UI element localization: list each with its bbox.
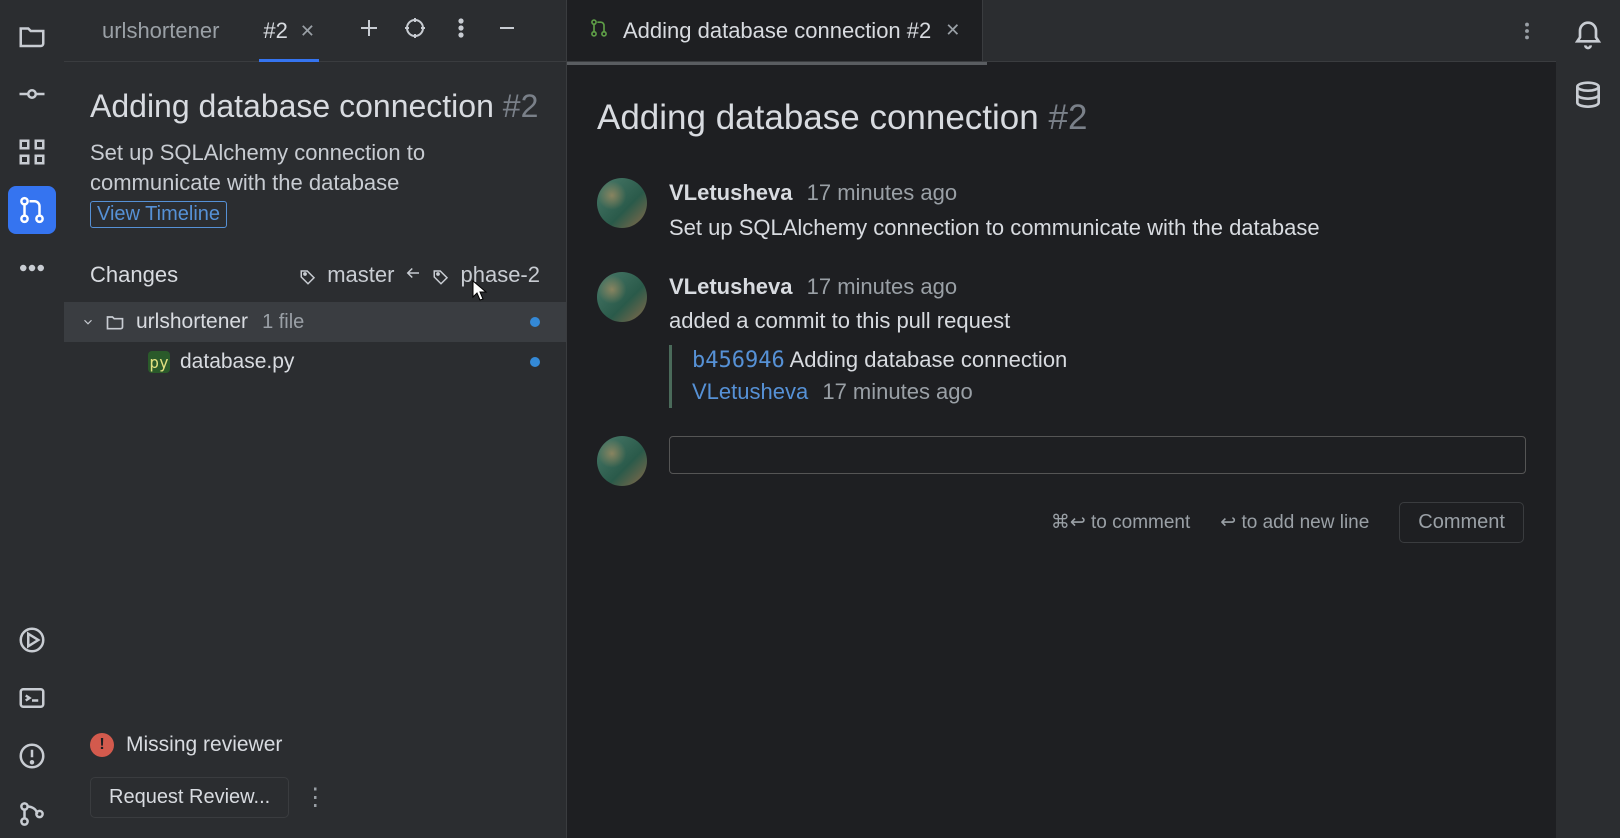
conversation-title: Adding database connection #2 bbox=[597, 98, 1526, 138]
pr-description: Set up SQLAlchemy connection to communic… bbox=[90, 138, 540, 197]
pr-title: Adding database connection #2 bbox=[90, 86, 540, 126]
pull-request-icon bbox=[589, 18, 609, 44]
add-icon[interactable] bbox=[357, 16, 381, 46]
pr-number: #2 bbox=[503, 88, 539, 124]
notifications-icon[interactable] bbox=[1564, 12, 1612, 60]
terminal-tool-icon[interactable] bbox=[8, 674, 56, 722]
tag-icon bbox=[299, 266, 317, 284]
editor-tab-label: Adding database connection #2 bbox=[623, 18, 931, 44]
comment-author[interactable]: VLetusheva bbox=[669, 274, 793, 299]
commit-tool-icon[interactable] bbox=[8, 70, 56, 118]
tag-icon bbox=[432, 266, 450, 284]
conversation-pr-number: #2 bbox=[1048, 98, 1087, 137]
comment-item: VLetusheva 17 minutes ago added a commit… bbox=[597, 272, 1526, 408]
pr-sidebar: Adding database connection #2 Set up SQL… bbox=[64, 62, 567, 838]
commit-author[interactable]: VLetusheva bbox=[692, 379, 808, 404]
folder-meta: 1 file bbox=[262, 311, 304, 334]
folder-icon bbox=[104, 311, 126, 333]
close-icon[interactable]: ✕ bbox=[945, 20, 960, 41]
project-tool-icon[interactable] bbox=[8, 12, 56, 60]
comment-author[interactable]: VLetusheva bbox=[669, 180, 793, 205]
file-name: database.py bbox=[180, 350, 294, 374]
editor-kebab-icon[interactable] bbox=[1498, 0, 1556, 61]
actions-kebab-icon[interactable]: ⋮ bbox=[303, 783, 329, 812]
project-tab[interactable]: urlshortener bbox=[82, 0, 239, 62]
target-branch[interactable]: master bbox=[327, 262, 394, 288]
target-icon[interactable] bbox=[403, 16, 427, 46]
folder-name: urlshortener bbox=[136, 310, 248, 334]
pr-tab[interactable]: #2 ✕ bbox=[243, 0, 335, 62]
changes-label: Changes bbox=[90, 262, 178, 288]
editor-tabs: Adding database connection #2 ✕ bbox=[567, 0, 1556, 61]
source-branch[interactable]: phase-2 bbox=[460, 262, 540, 288]
missing-reviewer-warning: ! Missing reviewer bbox=[90, 733, 540, 757]
close-icon[interactable]: ✕ bbox=[300, 21, 315, 42]
commit-hash[interactable]: b456946 bbox=[692, 348, 785, 373]
more-tool-icon[interactable] bbox=[8, 244, 56, 292]
branch-compare: master phase-2 bbox=[299, 262, 540, 288]
right-tool-rail bbox=[1556, 0, 1620, 838]
commit-time: 17 minutes ago bbox=[822, 379, 972, 404]
hint-newline: ↩ to add new line bbox=[1220, 511, 1369, 534]
request-review-button[interactable]: Request Review... bbox=[90, 777, 289, 818]
pull-requests-tool-icon[interactable] bbox=[8, 186, 56, 234]
commit-message: Adding database connection bbox=[790, 347, 1068, 372]
view-timeline-link[interactable]: View Timeline bbox=[90, 201, 227, 228]
scroll-indicator bbox=[567, 62, 987, 65]
hint-comment: ⌘↩ to comment bbox=[1051, 511, 1190, 534]
comment-button[interactable]: Comment bbox=[1399, 502, 1524, 543]
tree-folder-row[interactable]: urlshortener 1 file bbox=[64, 302, 566, 342]
avatar[interactable] bbox=[597, 178, 647, 228]
reply-box bbox=[597, 436, 1526, 486]
pr-conversation: Adding database connection #2 VLetusheva… bbox=[567, 62, 1556, 838]
warning-icon: ! bbox=[90, 733, 114, 757]
avatar[interactable] bbox=[597, 272, 647, 322]
comment-item: VLetusheva 17 minutes ago Set up SQLAlch… bbox=[597, 178, 1526, 244]
minimize-icon[interactable] bbox=[495, 16, 519, 46]
commit-reference: b456946 Adding database connection VLetu… bbox=[669, 345, 1526, 408]
modified-dot-icon bbox=[530, 357, 540, 367]
avatar[interactable] bbox=[597, 436, 647, 486]
tree-file-row[interactable]: py database.py bbox=[64, 342, 566, 382]
run-tool-icon[interactable] bbox=[8, 616, 56, 664]
comment-input[interactable] bbox=[669, 436, 1526, 474]
problems-tool-icon[interactable] bbox=[8, 732, 56, 780]
comment-body: Set up SQLAlchemy connection to communic… bbox=[669, 213, 1526, 244]
pr-tab-label: #2 bbox=[263, 18, 287, 44]
tab-bar: urlshortener #2 ✕ Addin bbox=[64, 0, 1556, 62]
changed-files-tree: urlshortener 1 file py database.py bbox=[64, 302, 566, 382]
comment-time: 17 minutes ago bbox=[807, 274, 957, 299]
left-tool-rail bbox=[0, 0, 64, 838]
comment-time: 17 minutes ago bbox=[807, 180, 957, 205]
arrow-left-icon bbox=[404, 262, 422, 288]
project-tab-label: urlshortener bbox=[102, 18, 219, 44]
database-tool-icon[interactable] bbox=[1564, 72, 1612, 120]
modified-dot-icon bbox=[530, 317, 540, 327]
chevron-down-icon[interactable] bbox=[78, 312, 98, 332]
tool-window-tabs: urlshortener #2 ✕ bbox=[64, 0, 567, 61]
editor-tab-pr[interactable]: Adding database connection #2 ✕ bbox=[567, 0, 983, 61]
vcs-tool-icon[interactable] bbox=[8, 790, 56, 838]
kebab-icon[interactable] bbox=[449, 16, 473, 46]
python-file-icon: py bbox=[148, 351, 170, 373]
structure-tool-icon[interactable] bbox=[8, 128, 56, 176]
event-body: added a commit to this pull request bbox=[669, 306, 1526, 337]
